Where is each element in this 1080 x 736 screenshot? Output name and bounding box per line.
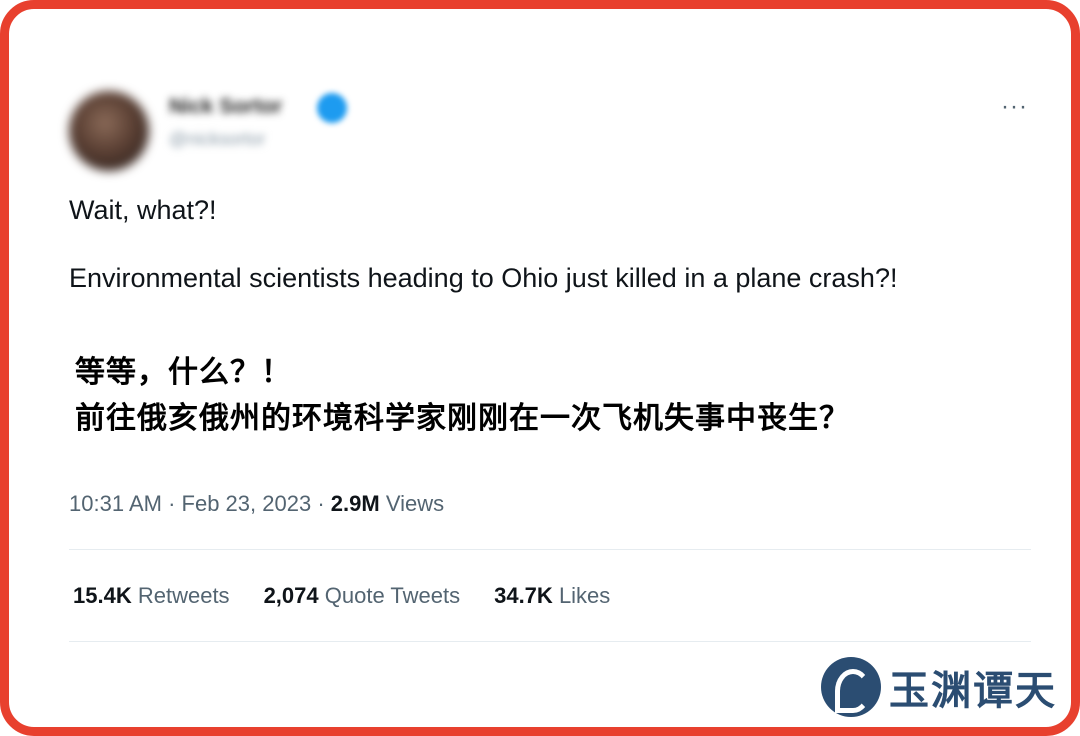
quote-tweets-label: Quote Tweets [324,583,461,608]
tweet-text-line1: Wait, what?! [69,195,217,225]
caption-line2: 前往俄亥俄州的环境科学家刚刚在一次飞机失事中丧生？ [75,401,850,436]
author-handle[interactable]: @nicksortor [169,129,265,150]
verified-badge-icon [317,93,347,123]
divider [69,549,1031,550]
tweet-text-line2: Environmental scientists heading to Ohio… [69,263,898,293]
meta-separator: · [317,491,331,516]
retweets-count: 15.4K [73,583,132,608]
watermark-logo-icon [821,657,881,717]
tweet-meta: 10:31 AM · Feb 23, 2023 · 2.9M Views [69,491,444,517]
watermark-text: 玉渊谭天 [889,667,1057,714]
tweet-time[interactable]: 10:31 AM [69,491,162,516]
screenshot-frame: Nick Sortor @nicksortor ··· Wait, what?!… [0,0,1080,736]
likes-stat[interactable]: 34.7K Likes [494,583,610,609]
avatar[interactable] [69,91,149,171]
watermark: 玉渊谭天 [821,657,1057,717]
views-label: Views [385,491,445,516]
retweets-label: Retweets [137,583,230,608]
retweets-stat[interactable]: 15.4K Retweets [73,583,230,609]
tweet-date[interactable]: Feb 23, 2023 [182,491,312,516]
likes-label: Likes [558,583,611,608]
caption-line1: 等等，什么？！ [75,355,292,390]
quote-tweets-count: 2,074 [263,583,319,608]
views-count: 2.9M [330,491,380,516]
meta-separator: · [168,491,182,516]
author-name[interactable]: Nick Sortor [169,95,282,119]
divider [69,641,1031,642]
likes-count: 34.7K [494,583,553,608]
more-options-icon[interactable]: ··· [1001,95,1028,119]
engagement-stats: 15.4K Retweets 2,074 Quote Tweets 34.7K … [73,583,610,609]
quote-tweets-stat[interactable]: 2,074 Quote Tweets [264,583,461,609]
